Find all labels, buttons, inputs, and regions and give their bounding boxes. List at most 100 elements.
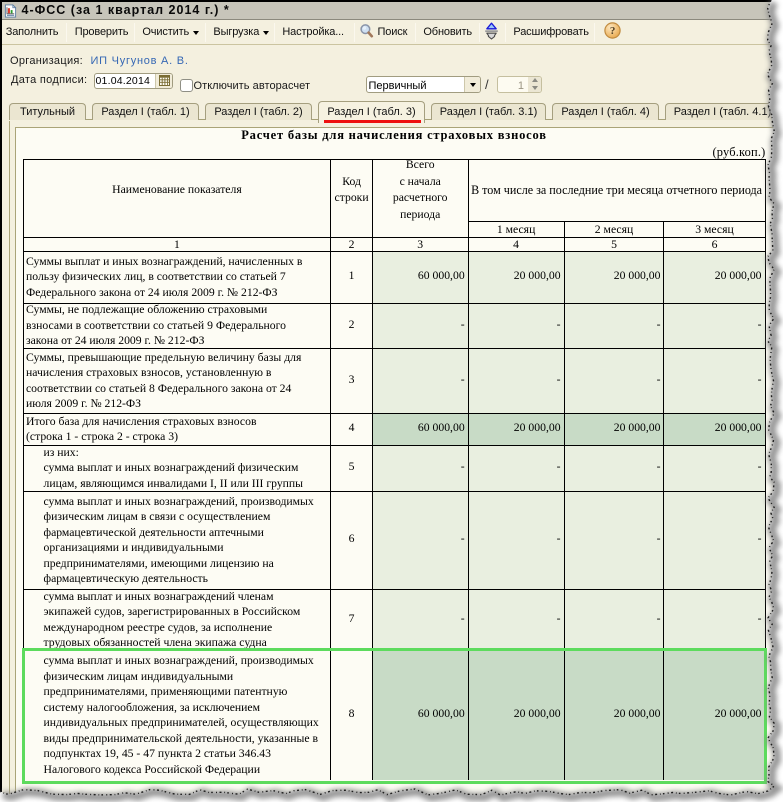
upload-button[interactable]: Выгрузка: [209, 21, 272, 43]
decrypt-button[interactable]: Расшифровать: [509, 21, 592, 43]
check-button[interactable]: Проверить: [71, 21, 133, 43]
search-button[interactable]: Поиск: [355, 21, 411, 43]
row-3-name[interactable]: Суммы, превышающие предельную величину б…: [23, 348, 331, 413]
header-spacer[interactable]: [331, 221, 372, 237]
header-month-1[interactable]: 1 месяц: [468, 221, 564, 237]
window-titlebar[interactable]: 4-ФСС (за 1 квартал 2014 г.) *: [0, 0, 783, 20]
row-3-code[interactable]: 3: [331, 348, 372, 413]
spinner-up-button[interactable]: [532, 78, 538, 82]
tab-titulnyj[interactable]: Титульный: [9, 103, 86, 120]
header-spacer[interactable]: [372, 221, 468, 237]
tab-razdel1-tabl3-1[interactable]: Раздел I (табл. 3.1): [431, 103, 546, 120]
correction-number-input[interactable]: 1: [497, 76, 542, 94]
tab-label: Раздел I (табл. 3.1): [440, 106, 538, 118]
cell-text: Всего с начала расчетного периода: [373, 159, 468, 221]
row-6-name[interactable]: сумма выплат и иных вознаграждений, прои…: [23, 491, 331, 589]
header-month-3[interactable]: 3 месяц: [664, 221, 765, 237]
row-5-value-2[interactable]: -: [468, 445, 564, 491]
header-colnum-5[interactable]: 5: [564, 237, 664, 251]
calendar-button[interactable]: [155, 74, 172, 88]
row-8-name[interactable]: сумма выплат и иных вознаграждений, прои…: [23, 650, 331, 780]
tab-label: Раздел I (табл. 2): [214, 106, 302, 118]
row-2-value-4[interactable]: -: [664, 303, 765, 348]
row-2-value-1[interactable]: -: [372, 303, 468, 348]
combo-dropdown-button[interactable]: [464, 77, 480, 93]
row-3-value-3[interactable]: -: [564, 348, 664, 413]
row-4-value-3[interactable]: 20 000,00: [564, 413, 664, 445]
header-colnum-3[interactable]: 3: [372, 237, 468, 251]
row-2-code[interactable]: 2: [331, 303, 372, 348]
row-6-value-2[interactable]: -: [468, 491, 564, 589]
row-6-value-1[interactable]: -: [372, 491, 468, 589]
sign-date-input[interactable]: 01.04.2014: [94, 73, 173, 89]
tab-razdel1-tabl4[interactable]: Раздел I (табл. 4): [552, 103, 659, 120]
settings-button[interactable]: Настройка...: [278, 21, 348, 43]
tab-razdel1-tabl2[interactable]: Раздел I (табл. 2): [205, 103, 312, 120]
row-7-code[interactable]: 7: [331, 589, 372, 650]
row-8-value-1[interactable]: 60 000,00: [372, 650, 468, 780]
autocalc-checkbox[interactable]: [180, 79, 193, 92]
row-7-value-3[interactable]: -: [564, 589, 664, 650]
number-spinner[interactable]: [528, 77, 541, 93]
tab-razdel1-tabl1[interactable]: Раздел I (табл. 1): [92, 103, 199, 120]
tab-razdel1-tabl4-1[interactable]: Раздел I (табл. 4.1): [665, 103, 780, 120]
report-kind-select[interactable]: Первичный: [366, 76, 481, 94]
row-3-value-1[interactable]: -: [372, 348, 468, 413]
header-colnum-6[interactable]: 6: [664, 237, 765, 251]
row-7-value-2[interactable]: -: [468, 589, 564, 650]
row-5-value-3[interactable]: -: [564, 445, 664, 491]
fill-button[interactable]: Заполнить: [2, 21, 63, 43]
row-7-value-4[interactable]: -: [664, 589, 765, 650]
header-spacer[interactable]: [23, 221, 331, 237]
header-code[interactable]: Код строки: [331, 159, 372, 221]
row-7-name[interactable]: сумма выплат и иных вознаграждений члена…: [23, 589, 331, 650]
row-1-value-4[interactable]: 20 000,00: [664, 251, 765, 303]
row-2-value-2[interactable]: -: [468, 303, 564, 348]
header-colnum-2[interactable]: 2: [331, 237, 372, 251]
organization-value-link[interactable]: ИП Чугунов А. В.: [91, 55, 189, 68]
row-5-code[interactable]: 5: [331, 445, 372, 491]
row-8-value-4[interactable]: 20 000,00: [664, 650, 765, 780]
tab-razdel1-tabl3[interactable]: Раздел I (табл. 3): [318, 101, 425, 124]
row-6-value-4[interactable]: -: [664, 491, 765, 589]
row-4-name[interactable]: Итого база для начисления страховых взно…: [23, 413, 331, 445]
organization-label: Организация:: [10, 55, 83, 68]
refresh-button[interactable]: Обновить: [419, 21, 476, 43]
row-3-value-2[interactable]: -: [468, 348, 564, 413]
toolbar-separator: [134, 23, 135, 42]
cell-text: Суммы, не подлежащие обложению страховым…: [26, 303, 328, 348]
row-2-value-3[interactable]: -: [564, 303, 664, 348]
row-5-value-1[interactable]: -: [372, 445, 468, 491]
row-4-value-1[interactable]: 60 000,00: [372, 413, 468, 445]
header-colnum-1[interactable]: 1: [23, 237, 331, 251]
header-month-2[interactable]: 2 месяц: [564, 221, 664, 237]
help-button[interactable]: ?: [600, 21, 625, 43]
row-8-value-3[interactable]: 20 000,00: [564, 650, 664, 780]
row-5-name[interactable]: из них: сумма выплат и иных вознагражден…: [23, 445, 331, 491]
row-1-code[interactable]: 1: [331, 251, 372, 303]
row-4-value-2[interactable]: 20 000,00: [468, 413, 564, 445]
sort-button[interactable]: [480, 21, 503, 43]
clear-button[interactable]: Очистить: [138, 21, 202, 43]
row-1-value-3[interactable]: 20 000,00: [564, 251, 664, 303]
row-5-value-4[interactable]: -: [664, 445, 765, 491]
row-8-code[interactable]: 8: [331, 650, 372, 780]
row-3-value-4[interactable]: -: [664, 348, 765, 413]
row-6-code[interactable]: 6: [331, 491, 372, 589]
header-months-group[interactable]: В том числе за последние три месяца отче…: [468, 159, 765, 221]
header-total[interactable]: Всего с начала расчетного периода: [372, 159, 468, 221]
row-1-value-1[interactable]: 60 000,00: [372, 251, 468, 303]
spinner-down-button[interactable]: [532, 86, 538, 90]
header-colnum-4[interactable]: 4: [468, 237, 564, 251]
row-4-code[interactable]: 4: [331, 413, 372, 445]
row-6-value-3[interactable]: -: [564, 491, 664, 589]
row-2-name[interactable]: Суммы, не подлежащие обложению страховым…: [23, 303, 331, 348]
row-8-value-2[interactable]: 20 000,00: [468, 650, 564, 780]
row-7-value-1[interactable]: -: [372, 589, 468, 650]
row-1-name[interactable]: Суммы выплат и иных вознаграждений, начи…: [23, 251, 331, 303]
help-icon: ?: [604, 22, 621, 42]
spreadsheet-panel[interactable]: Расчет базы для начисления страховых взн…: [15, 127, 783, 802]
row-1-value-2[interactable]: 20 000,00: [468, 251, 564, 303]
header-name[interactable]: Наименование показателя: [23, 159, 331, 221]
row-4-value-4[interactable]: 20 000,00: [664, 413, 765, 445]
